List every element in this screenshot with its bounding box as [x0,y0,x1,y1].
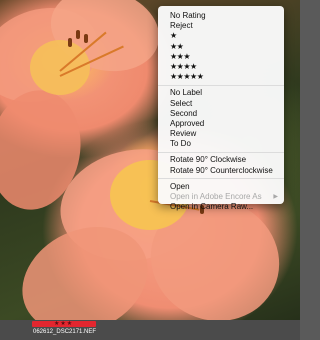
menu-item-approved[interactable]: Approved [158,119,284,129]
menu-item-no-rating[interactable]: No Rating [158,11,284,21]
menu-separator [158,84,284,86]
menu-item-open[interactable]: Open [158,182,284,192]
menu-item-rotate-cw[interactable]: Rotate 90° Clockwise [158,155,284,165]
menu-item-2-stars[interactable]: ★★ [158,42,284,52]
menu-item-no-label[interactable]: No Label [158,88,284,98]
context-menu: No Rating Reject ★ ★★ ★★★ ★★★★ ★★★★★ No … [158,6,284,211]
anther [84,34,88,43]
menu-item-5-stars[interactable]: ★★★★★ [158,72,284,82]
menu-item-to-do[interactable]: To Do [158,139,284,149]
menu-item-rotate-ccw[interactable]: Rotate 90° Counterclockwise [158,166,284,176]
thumbnail-filename: 062612_DSC2171.NEF [33,329,97,335]
star-rating: ★★★ [54,320,74,327]
flower-center [30,40,90,95]
menu-separator [158,178,284,180]
menu-item-open-in-camera-raw[interactable]: Open in Camera Raw... [158,202,284,212]
menu-item-review[interactable]: Review [158,129,284,139]
menu-item-open-in-encore: Open in Adobe Encore As ▶ [158,192,284,202]
anther [68,38,72,47]
menu-item-4-stars[interactable]: ★★★★ [158,62,284,72]
anther [76,30,80,39]
menu-item-reject[interactable]: Reject [158,21,284,31]
menu-item-3-stars[interactable]: ★★★ [158,52,284,62]
submenu-arrow-icon: ▶ [273,194,278,200]
menu-item-select[interactable]: Select [158,99,284,109]
menu-separator [158,151,284,153]
menu-item-second[interactable]: Second [158,109,284,119]
menu-item-label: Open in Adobe Encore As [170,192,262,201]
menu-item-1-star[interactable]: ★ [158,31,284,41]
